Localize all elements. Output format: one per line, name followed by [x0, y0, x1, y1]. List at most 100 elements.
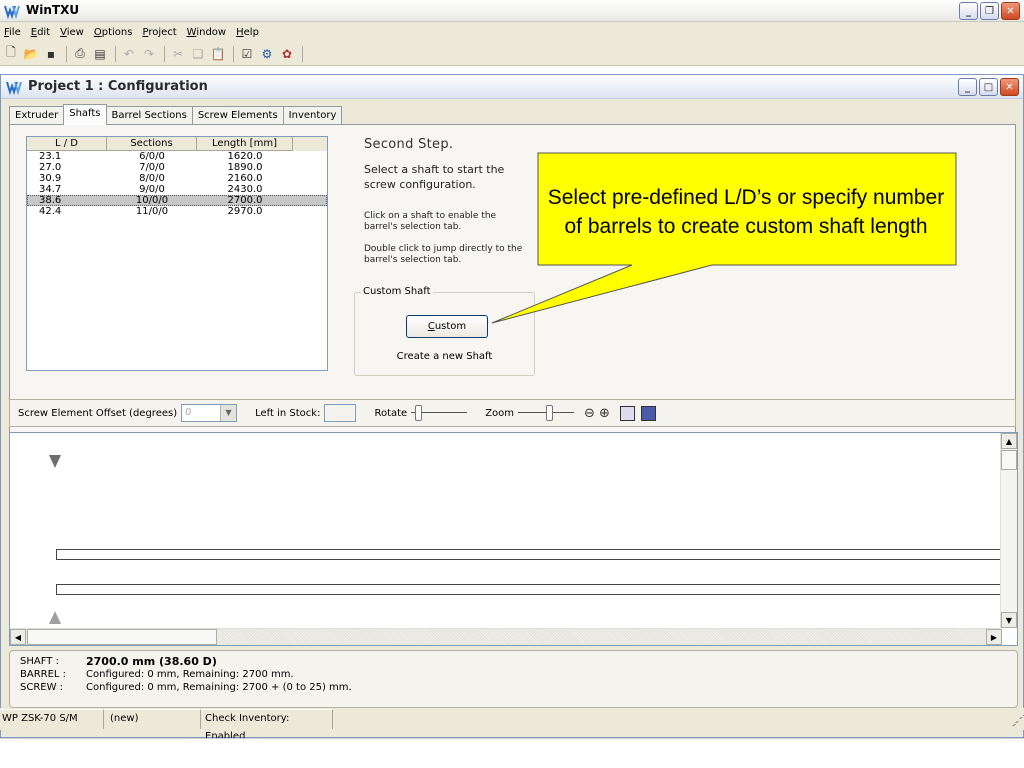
- cut-icon[interactable]: ✂: [169, 45, 187, 63]
- project-minimize-button[interactable]: _: [958, 78, 977, 96]
- list-item[interactable]: 34.7 9/0/0 2430.0: [27, 184, 327, 195]
- stock-field: [324, 404, 357, 422]
- column-header-length[interactable]: Length [mm]: [197, 137, 293, 151]
- minimize-button[interactable]: _: [959, 2, 978, 20]
- menubar: File Edit View Options Project Window He…: [0, 22, 1024, 42]
- tab-screw-elements[interactable]: Screw Elements: [191, 106, 284, 124]
- zoom-slider[interactable]: [518, 404, 575, 422]
- cell-ld: 30.9: [39, 173, 62, 184]
- toolbar-separator: [302, 45, 303, 62]
- cell-sections: 11/0/0: [135, 206, 169, 217]
- zoom-out-icon[interactable]: ⊖: [584, 406, 595, 421]
- tab-extruder[interactable]: Extruder: [9, 106, 65, 124]
- status-inventory: Check Inventory: Enabled: [201, 709, 333, 742]
- rotate-slider[interactable]: [411, 404, 468, 422]
- horizontal-scrollbar[interactable]: ◀ ▶: [10, 628, 1002, 645]
- screw-summary-label: SCREW :: [20, 682, 64, 693]
- zoom-label: Zoom: [485, 407, 515, 419]
- vertical-scroll-thumb[interactable]: [1001, 450, 1017, 470]
- status-file: (new): [104, 709, 201, 729]
- shaft-list[interactable]: L / D Sections Length [mm] 23.1 6/0/0 16…: [26, 136, 328, 371]
- tab-shafts[interactable]: Shafts: [63, 104, 107, 125]
- zoom-in-icon[interactable]: ⊕: [599, 406, 610, 421]
- restore-button[interactable]: ❐: [980, 2, 999, 20]
- list-item[interactable]: 42.4 11/0/0 2970.0: [27, 206, 327, 217]
- toolbar: 🗋 📂 ▪ ⎙ ▤ ↶ ↷ ✂ ❏ 📋 ☑ ⚙ ✿: [0, 42, 1024, 66]
- step-hint-click: Click on a shaft to enable the barrel's …: [364, 211, 497, 232]
- menu-project[interactable]: Project: [142, 27, 176, 38]
- list-item[interactable]: 27.0 7/0/0 1890.0: [27, 162, 327, 173]
- copy-icon[interactable]: ❏: [189, 45, 207, 63]
- cell-sections: 10/0/0: [135, 195, 169, 206]
- project-close-button[interactable]: ✕: [1000, 78, 1019, 96]
- toolbar-separator: [115, 45, 116, 62]
- offset-select[interactable]: 0 ▼: [181, 404, 238, 422]
- custom-shaft-group: Custom Shaft Custom Create a new Shaft: [354, 286, 535, 376]
- scroll-right-icon[interactable]: ▶: [986, 629, 1002, 645]
- project-maximize-button[interactable]: □: [979, 78, 998, 96]
- custom-button[interactable]: Custom: [406, 315, 488, 338]
- resize-grip-icon[interactable]: [1002, 714, 1024, 726]
- cell-length: 2160.0: [227, 173, 263, 184]
- rotate-label: Rotate: [374, 407, 408, 419]
- status-bar: WP ZSK-70 S/M (new) Check Inventory: Ena…: [0, 708, 1024, 742]
- scroll-left-icon[interactable]: ◀: [10, 629, 26, 645]
- screw-controls-bar: Screw Element Offset (degrees) 0 ▼ Left …: [9, 399, 1016, 427]
- tab-barrel-sections[interactable]: Barrel Sections: [105, 106, 193, 124]
- scroll-up-icon[interactable]: ▲: [1001, 433, 1017, 449]
- status-machine: WP ZSK-70 S/M: [0, 709, 104, 729]
- toolbar-separator: [164, 45, 165, 62]
- column-header-sections[interactable]: Sections: [107, 137, 197, 151]
- menu-edit[interactable]: Edit: [31, 27, 50, 38]
- vertical-scrollbar[interactable]: ▲ ▼: [1000, 433, 1017, 628]
- open-icon[interactable]: 📂: [22, 45, 40, 63]
- close-button[interactable]: ✕: [1001, 2, 1020, 20]
- shaft-bar-top: [56, 549, 1001, 560]
- divider: [0, 738, 1024, 739]
- menu-help[interactable]: Help: [236, 27, 259, 38]
- cell-sections: 7/0/0: [139, 162, 165, 173]
- shaft-bar-bottom: [56, 584, 1001, 595]
- cell-length: 1890.0: [227, 162, 263, 173]
- grid-view-icon[interactable]: [640, 405, 656, 421]
- scroll-down-icon[interactable]: ▼: [1001, 612, 1017, 628]
- calculate-icon[interactable]: ✿: [278, 45, 296, 63]
- properties-icon[interactable]: ☑: [238, 45, 256, 63]
- wintxu-logo-icon: [4, 5, 20, 19]
- screw-canvas[interactable]: ▲ ▼ ◀ ▶: [9, 432, 1018, 646]
- save-icon[interactable]: ▪: [42, 45, 60, 63]
- cell-ld: 34.7: [39, 184, 62, 195]
- menu-options[interactable]: Options: [94, 27, 133, 38]
- zoom-slider-thumb[interactable]: [546, 405, 554, 421]
- barrel-summary-label: BARREL :: [20, 669, 67, 680]
- rotate-slider-thumb[interactable]: [415, 405, 423, 421]
- tab-inventory[interactable]: Inventory: [282, 106, 343, 124]
- paste-icon[interactable]: 📋: [209, 45, 227, 63]
- cell-ld: 27.0: [39, 162, 62, 173]
- bottom-marker-icon: [49, 611, 61, 624]
- view-mode-icon[interactable]: [619, 405, 635, 421]
- redo-icon[interactable]: ↷: [140, 45, 158, 63]
- menu-view[interactable]: View: [60, 27, 84, 38]
- menu-file[interactable]: File: [4, 27, 21, 38]
- undo-icon[interactable]: ↶: [120, 45, 138, 63]
- cell-length: 2970.0: [227, 206, 263, 217]
- screw-summary: SCREW : Configured: 0 mm, Remaining: 270…: [20, 681, 1017, 694]
- project-window-title: Project 1 : Configuration: [28, 79, 208, 94]
- print-preview-icon[interactable]: ▤: [91, 45, 109, 63]
- menu-window[interactable]: Window: [187, 27, 226, 38]
- horizontal-scroll-thumb[interactable]: [27, 629, 217, 645]
- column-header-ld[interactable]: L / D: [27, 137, 107, 151]
- stock-label: Left in Stock:: [255, 407, 321, 419]
- step-hint-double-click: Double click to jump directly to the bar…: [364, 244, 523, 265]
- configure-icon[interactable]: ⚙: [258, 45, 276, 63]
- new-icon[interactable]: 🗋: [2, 45, 20, 63]
- chevron-down-icon[interactable]: ▼: [220, 405, 237, 421]
- list-item[interactable]: 30.9 8/0/0 2160.0: [27, 173, 327, 184]
- list-item-selected[interactable]: 38.6 10/0/0 2700.0: [27, 195, 327, 206]
- shaft-summary: SHAFT : 2700.0 mm (38.60 D): [20, 655, 1017, 668]
- offset-label: Screw Element Offset (degrees): [18, 407, 178, 419]
- print-icon[interactable]: ⎙: [71, 45, 89, 63]
- cell-sections: 6/0/0: [139, 151, 165, 162]
- list-item[interactable]: 23.1 6/0/0 1620.0: [27, 151, 327, 162]
